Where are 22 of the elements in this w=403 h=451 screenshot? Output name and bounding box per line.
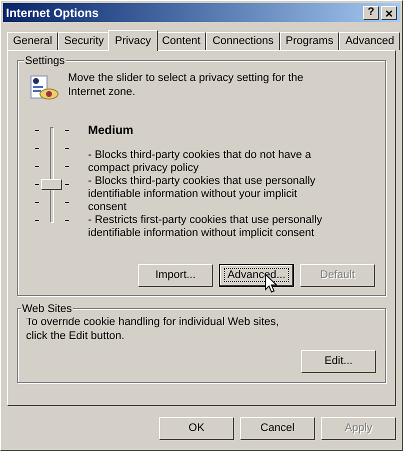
settings-description: Move the slider to select a privacy setting for the Internet zone.: [68, 71, 304, 99]
window-title: Internet Options: [6, 4, 100, 22]
settings-button[interactable]: Import...: [138, 264, 213, 287]
tab[interactable]: Content: [156, 32, 206, 50]
slider-thumb[interactable]: [41, 179, 62, 190]
help-button[interactable]: ?: [363, 6, 379, 20]
bullet-text: - Blocks third-party cookies that use personally identifiable information without your implicit consent: [88, 175, 316, 214]
bullet-text: - Blocks third-party cookies that do not have a compact privacy policy: [88, 149, 312, 175]
level-title: Medium: [88, 122, 134, 139]
bullet-text: - Restricts first-party cookies that use personally identifiable information without implicit consent: [88, 214, 324, 240]
tab[interactable]: Privacy: [108, 30, 158, 51]
tab[interactable]: Advanced: [339, 32, 400, 50]
tab[interactable]: Programs: [280, 32, 340, 50]
tab[interactable]: General: [7, 32, 58, 50]
dialog-button[interactable]: OK: [159, 417, 234, 440]
group-title: Settings: [24, 53, 66, 70]
tab[interactable]: Connections: [206, 32, 280, 50]
group-title: Web Sites: [21, 301, 73, 318]
tab[interactable]: Security: [58, 32, 110, 50]
dialog-button[interactable]: Cancel: [240, 417, 315, 440]
close-button[interactable]: ×: [381, 6, 397, 20]
edit-button[interactable]: Edit...: [301, 350, 376, 373]
